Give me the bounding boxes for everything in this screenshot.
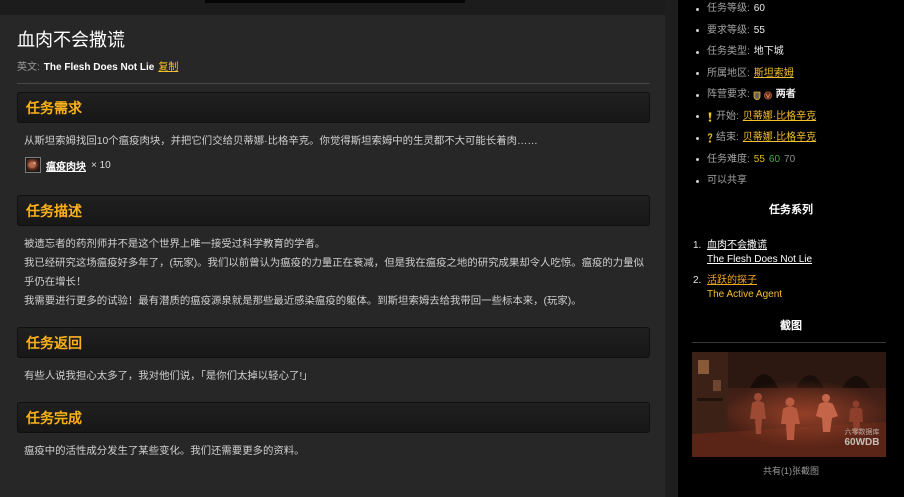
series-number: 2.	[693, 275, 702, 286]
objectives-text: 从斯坦索姆找回10个瘟疫肉块，并把它们交给贝蒂娜·比格辛克。你觉得斯坦索姆中的生…	[24, 136, 538, 147]
plagued-flesh-icon[interactable]	[25, 157, 41, 173]
scene-beam	[697, 398, 723, 401]
objectives-heading: 任务需求	[26, 99, 82, 116]
screenshots-count: 共有(1)张截图	[763, 466, 819, 476]
description-paragraph: 我需要进行更多的试验！最有潜质的瘟疫源泉就是那些最近感染瘟疫的躯体。到斯坦索姆去…	[24, 296, 582, 307]
info-label: 任务等级:	[707, 3, 750, 15]
description-header: 任务描述	[17, 195, 650, 226]
quest-series-heading: 任务系列	[769, 204, 813, 216]
english-quest-name: The Flesh Does Not Lie	[43, 62, 155, 73]
progress-text: 有些人说我担心太多了，我对他们说，「是你们太掉以轻心了!」	[24, 371, 313, 382]
series-item: 2. 活跃的探子 The Active Agent	[678, 274, 904, 302]
zone-link[interactable]: 斯坦索姆	[754, 63, 794, 85]
screenshot-image: 六零数据库 60WDB	[692, 352, 886, 457]
info-zone: 所属地区: 斯坦索姆	[678, 63, 904, 85]
quest-title: 血肉不会撒谎	[17, 30, 125, 50]
objectives-header: 任务需求	[17, 92, 650, 123]
info-label: 任务难度:	[707, 153, 750, 165]
info-quest-level: 任务等级: 60	[678, 0, 904, 20]
quest-series-list: 1. 血肉不会撒谎 The Flesh Does Not Lie 2. 活跃的探…	[678, 239, 904, 309]
series-item: 1. 血肉不会撒谎 The Flesh Does Not Lie	[678, 239, 904, 267]
info-required-level: 要求等级: 55	[678, 20, 904, 42]
info-value: 地下城	[753, 46, 784, 58]
required-item-name[interactable]: 瘟疫肉块	[46, 158, 86, 173]
info-value: 60	[753, 3, 765, 15]
top-bar-strip	[205, 0, 465, 3]
description-section: 任务描述 被遗忘者的药剂师并不是这个世界上唯一接受过科学教育的学者。 我已经研究…	[17, 195, 650, 327]
completion-heading: 任务完成	[26, 409, 82, 426]
progress-header: 任务返回	[17, 327, 650, 358]
required-item-quantity: × 10	[91, 159, 111, 171]
description-paragraph: 被遗忘者的药剂师并不是这个世界上唯一接受过科学教育的学者。	[24, 239, 326, 250]
title-divider	[17, 83, 650, 84]
alliance-icon	[753, 91, 761, 100]
difficulty-level-green: 60	[768, 153, 781, 165]
info-label: 要求等级:	[707, 24, 750, 36]
quest-giver-link[interactable]: 贝蒂娜·比格辛克	[743, 106, 816, 128]
english-label: 英文:	[17, 62, 40, 73]
description-body: 被遗忘者的药剂师并不是这个世界上唯一接受过科学教育的学者。 我已经研究这场瘟疫好…	[17, 226, 650, 311]
info-label: 结束:	[716, 132, 739, 144]
completion-section: 任务完成 瘟疫中的活性成分发生了某些变化。我们还需要更多的资料。	[17, 402, 650, 477]
quest-ender-link[interactable]: 贝蒂娜·比格辛克	[743, 127, 816, 149]
scene-window-light	[698, 360, 709, 374]
scene-window-light	[713, 380, 721, 391]
top-bar	[0, 0, 665, 15]
series-quest-english-link[interactable]: The Active Agent	[707, 288, 904, 302]
required-item: 瘟疫肉块 × 10	[25, 157, 650, 173]
objectives-body: 从斯坦索姆找回10个瘟疫肉块，并把它们交给贝蒂娜·比格辛克。你觉得斯坦索姆中的生…	[17, 123, 650, 173]
info-sharable: 可以共享	[678, 170, 904, 192]
quest-content: 血肉不会撒谎 英文: The Flesh Does Not Lie 复制 任务需求 …	[0, 28, 665, 477]
completion-text: 瘟疫中的活性成分发生了某些变化。我们还需要更多的资料。	[24, 446, 305, 457]
quest-start-icon	[708, 111, 712, 122]
quest-sidebar: 任务等级: 60 要求等级: 55 任务类型: 地下城 所属地区: 斯坦索姆 阵营要求:…	[678, 0, 904, 497]
info-quest-end: 结束: 贝蒂娜·比格辛克	[678, 127, 904, 149]
english-name-line: 英文: The Flesh Does Not Lie 复制	[17, 61, 650, 75]
copy-link[interactable]: 复制	[158, 62, 178, 73]
objectives-section: 任务需求 从斯坦索姆找回10个瘟疫肉块，并把它们交给贝蒂娜·比格辛克。你觉得斯坦…	[17, 92, 650, 195]
series-quest-english-link[interactable]: The Flesh Does Not Lie	[707, 253, 904, 267]
info-faction: 阵营要求: 两者	[678, 84, 904, 106]
description-heading: 任务描述	[26, 202, 82, 219]
series-quest-link[interactable]: 活跃的探子	[707, 274, 904, 288]
info-quest-type: 任务类型: 地下城	[678, 41, 904, 63]
quest-end-icon	[707, 133, 713, 143]
completion-header: 任务完成	[17, 402, 650, 433]
difficulty-level-gray: 70	[784, 153, 796, 165]
info-label: 所属地区:	[707, 67, 750, 79]
difficulty-level-easy: 55	[753, 153, 765, 165]
screenshot-watermark-cn: 六零数据库	[845, 427, 880, 436]
quest-main-panel: 血肉不会撒谎 英文: The Flesh Does Not Lie 复制 任务需求 …	[0, 0, 665, 497]
info-difficulty: 任务难度: 55 60 70	[678, 149, 904, 171]
series-quest-link[interactable]: 血肉不会撒谎	[707, 239, 904, 253]
info-label: 开始:	[716, 110, 739, 122]
screenshot-thumbnail[interactable]: 六零数据库 60WDB	[692, 352, 886, 457]
screenshot-watermark-en: 60WDB	[844, 437, 879, 448]
description-paragraph: 我已经研究这场瘟疫好多年了，(玩家)。我们以前曾认为瘟疫的力量正在衰减，但是我在…	[24, 258, 644, 288]
progress-section: 任务返回 有些人说我担心太多了，我对他们说，「是你们太掉以轻心了!」	[17, 327, 650, 402]
info-label: 任务类型:	[707, 46, 750, 58]
progress-body: 有些人说我担心太多了，我对他们说，「是你们太掉以轻心了!」	[17, 358, 650, 386]
info-value: 两者	[775, 89, 796, 101]
horde-icon	[763, 91, 772, 99]
sharable-text: 可以共享	[707, 175, 747, 187]
series-number: 1.	[693, 240, 702, 251]
screenshots-divider	[692, 342, 886, 343]
info-value: 55	[753, 24, 765, 36]
progress-heading: 任务返回	[26, 334, 82, 351]
quest-info-list: 任务等级: 60 要求等级: 55 任务类型: 地下城 所属地区: 斯坦索姆 阵营要求:…	[678, 0, 904, 192]
info-quest-start: 开始: 贝蒂娜·比格辛克	[678, 106, 904, 128]
info-label: 阵营要求:	[707, 89, 750, 101]
screenshots-heading: 截图	[780, 320, 802, 332]
completion-body: 瘟疫中的活性成分发生了某些变化。我们还需要更多的资料。	[17, 433, 650, 461]
